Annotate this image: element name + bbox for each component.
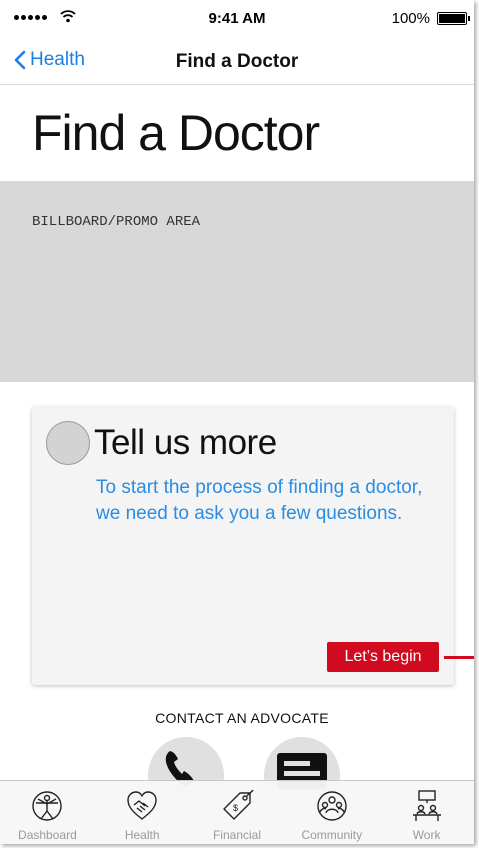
- status-bar: 9:41 AM 100%: [0, 0, 474, 40]
- tab-label-health: Health: [124, 828, 160, 842]
- contact-advocate-label: CONTACT AN ADVOCATE: [155, 710, 329, 726]
- tab-label-financial: Financial: [212, 828, 261, 842]
- tab-dashboard[interactable]: Dashboard: [0, 781, 95, 844]
- tab-health[interactable]: Health: [95, 781, 190, 844]
- billboard-label: BILLBOARD/PROMO AREA: [32, 214, 201, 230]
- battery-icon: [437, 12, 470, 25]
- battery-percentage: 100%: [391, 10, 430, 27]
- people-group-icon: [317, 791, 347, 821]
- vitruvian-icon: [32, 791, 63, 821]
- tab-financial[interactable]: $ Financial: [190, 781, 285, 844]
- page-title: Find a Doctor: [32, 105, 320, 161]
- avatar-placeholder: [46, 421, 90, 465]
- flow-connector-line: [444, 656, 474, 659]
- tell-us-more-card: Tell us more To start the process of fin…: [32, 407, 454, 685]
- tab-label-work: Work: [412, 828, 441, 842]
- price-tag-icon: $: [223, 789, 254, 820]
- tab-label-community: Community: [301, 828, 363, 842]
- tab-label-dashboard: Dashboard: [18, 828, 77, 842]
- tab-bar: Dashboard Health $ Financial Community W…: [0, 780, 474, 844]
- nav-title: Find a Doctor: [175, 51, 299, 72]
- meeting-table-icon: [412, 790, 441, 821]
- tab-work[interactable]: Work: [379, 781, 474, 844]
- navigation-bar: Health Find a Doctor: [0, 40, 474, 85]
- lets-begin-button[interactable]: Let’s begin: [327, 642, 439, 672]
- tab-community[interactable]: Community: [284, 781, 379, 844]
- card-description: To start the process of finding a doctor…: [96, 477, 423, 524]
- phone-screen: 9:41 AM 100% Health Find a Doctor Find a…: [0, 0, 474, 844]
- billboard-promo-area[interactable]: BILLBOARD/PROMO AREA: [0, 181, 474, 382]
- card-title: Tell us more: [94, 423, 277, 462]
- handshake-heart-icon: [127, 791, 157, 820]
- svg-text:$: $: [233, 803, 238, 813]
